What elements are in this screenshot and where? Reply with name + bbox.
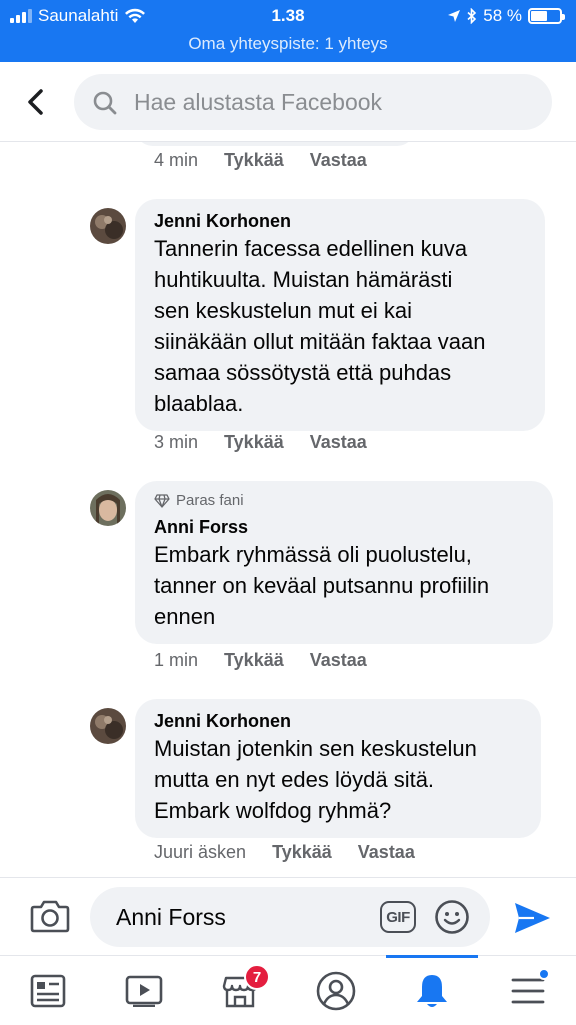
comment-author[interactable]: Anni Forss bbox=[154, 515, 533, 539]
avatar[interactable] bbox=[90, 208, 126, 244]
search-box[interactable] bbox=[74, 74, 552, 130]
comment-actions: 3 min Tykkää Vastaa bbox=[154, 432, 393, 453]
profile-icon bbox=[316, 971, 356, 1010]
tab-menu[interactable] bbox=[480, 956, 576, 1025]
like-button[interactable]: Tykkää bbox=[224, 432, 284, 453]
bell-icon bbox=[417, 974, 447, 1007]
camera-icon[interactable] bbox=[30, 898, 70, 934]
bottom-nav: 7 bbox=[0, 955, 576, 1024]
top-fan-badge: Paras fani bbox=[154, 491, 533, 511]
comment-actions: 4 min Tykkää Vastaa bbox=[154, 150, 393, 171]
reply-button[interactable]: Vastaa bbox=[358, 842, 415, 863]
status-bar: Saunalahti 1.38 58 % Oma yhteyspiste: 1 … bbox=[0, 0, 576, 62]
comment-time: 1 min bbox=[154, 650, 199, 670]
comment-text: Embark ryhmässä oli puolustelu, tanner o… bbox=[154, 542, 490, 629]
reply-button[interactable]: Vastaa bbox=[310, 650, 367, 671]
battery-percent: 58 % bbox=[483, 6, 522, 25]
top-fan-label: Paras fani bbox=[176, 492, 244, 509]
comment-actions: Juuri äsken Tykkää Vastaa bbox=[154, 842, 441, 863]
menu-notification-dot bbox=[538, 968, 550, 980]
tab-notifications[interactable] bbox=[384, 955, 480, 1025]
comment-time: 4 min bbox=[154, 150, 199, 170]
search-header bbox=[0, 62, 576, 142]
tab-profile[interactable] bbox=[288, 956, 384, 1025]
reply-button[interactable]: Vastaa bbox=[310, 432, 367, 453]
reply-button[interactable]: Vastaa bbox=[310, 150, 367, 171]
comment-time: 3 min bbox=[154, 432, 199, 452]
comment-composer: GIF bbox=[0, 877, 576, 955]
search-icon bbox=[93, 91, 117, 115]
send-icon[interactable] bbox=[512, 900, 552, 936]
comment-input-box[interactable]: GIF bbox=[90, 887, 490, 947]
notification-count-badge: 7 bbox=[244, 964, 270, 990]
comment-input[interactable] bbox=[116, 887, 366, 947]
like-button[interactable]: Tykkää bbox=[224, 150, 284, 171]
comment-bubble: Jenni Korhonen Muistan jotenkin sen kesk… bbox=[135, 699, 541, 838]
back-arrow-icon[interactable] bbox=[22, 86, 50, 118]
bluetooth-icon bbox=[467, 8, 477, 24]
comment-time: Juuri äsken bbox=[154, 842, 247, 862]
like-button[interactable]: Tykkää bbox=[272, 842, 332, 863]
comment-author[interactable]: Jenni Korhonen bbox=[154, 709, 521, 733]
comment-thread: 4 min Tykkää Vastaa Jenni Korhonen Tanne… bbox=[0, 142, 576, 877]
tab-marketplace[interactable]: 7 bbox=[192, 956, 288, 1025]
comment-bubble: Jenni Korhonen Tannerin facessa edelline… bbox=[135, 199, 545, 431]
search-input[interactable] bbox=[134, 74, 534, 130]
comment-text: Muistan jotenkin sen keskustelun mutta e… bbox=[154, 736, 477, 823]
menu-icon bbox=[511, 978, 545, 1003]
gif-button[interactable]: GIF bbox=[380, 901, 416, 933]
diamond-icon bbox=[154, 494, 170, 508]
comment-actions: 1 min Tykkää Vastaa bbox=[154, 650, 393, 671]
location-arrow-icon bbox=[448, 10, 461, 22]
comment-author[interactable]: Jenni Korhonen bbox=[154, 209, 525, 233]
like-button[interactable]: Tykkää bbox=[224, 650, 284, 671]
comment-bubble: Paras fani Anni Forss Embark ryhmässä ol… bbox=[135, 481, 553, 644]
tab-watch[interactable] bbox=[96, 956, 192, 1025]
comment-text: Tannerin facessa edellinen kuva huhtikuu… bbox=[154, 236, 486, 416]
battery-icon bbox=[528, 8, 565, 24]
avatar[interactable] bbox=[90, 708, 126, 744]
tab-news-feed[interactable] bbox=[0, 956, 96, 1025]
avatar[interactable] bbox=[90, 490, 126, 526]
watch-video-icon bbox=[125, 975, 163, 1007]
emoji-icon[interactable] bbox=[434, 899, 470, 935]
news-feed-icon bbox=[30, 974, 66, 1007]
hotspot-banner[interactable]: Oma yhteyspiste: 1 yhteys bbox=[0, 34, 576, 54]
previous-comment-bubble bbox=[135, 142, 415, 146]
